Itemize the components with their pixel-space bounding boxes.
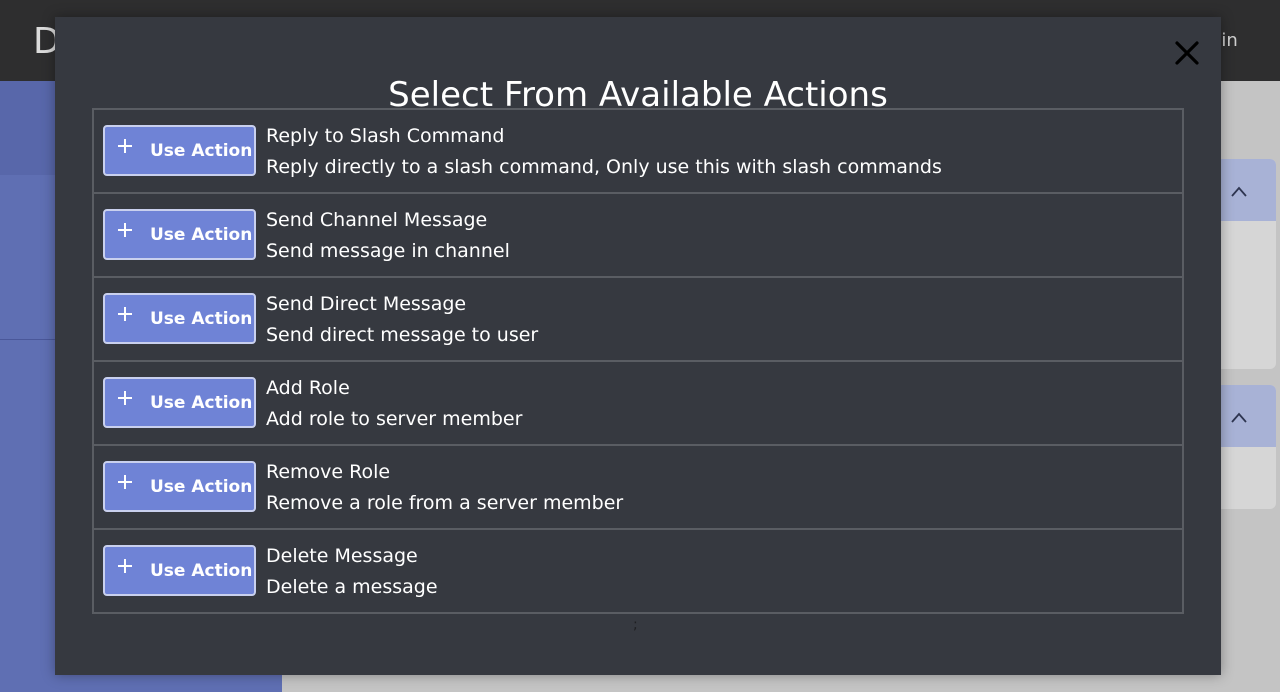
stray-text-mark: ;: [633, 617, 638, 633]
close-icon[interactable]: [1169, 35, 1205, 71]
use-action-button[interactable]: Use Action: [103, 125, 256, 176]
plus-icon: [118, 307, 132, 321]
action-name: Add Role: [266, 377, 350, 399]
use-action-button[interactable]: Use Action: [103, 209, 256, 260]
action-row: Use Action Reply to Slash Command Reply …: [94, 110, 1182, 194]
action-row: Use Action Delete Message Delete a messa…: [94, 530, 1182, 612]
use-action-label: Use Action: [150, 477, 253, 497]
page: D gin Select From Available Actions Use …: [0, 0, 1280, 692]
action-description: Send message in channel: [266, 240, 510, 262]
action-description: Add role to server member: [266, 408, 523, 430]
chevron-up-icon[interactable]: [1230, 183, 1248, 201]
action-row: Use Action Send Direct Message Send dire…: [94, 278, 1182, 362]
select-action-modal: Select From Available Actions Use Action…: [55, 17, 1221, 675]
plus-icon: [118, 559, 132, 573]
action-list: Use Action Reply to Slash Command Reply …: [92, 108, 1184, 614]
plus-icon: [118, 223, 132, 237]
action-description: Remove a role from a server member: [266, 492, 624, 514]
action-description: Reply directly to a slash command, Only …: [266, 156, 942, 178]
use-action-button[interactable]: Use Action: [103, 377, 256, 428]
use-action-button[interactable]: Use Action: [103, 293, 256, 344]
action-description: Delete a message: [266, 576, 438, 598]
use-action-label: Use Action: [150, 141, 253, 161]
close-button[interactable]: [1169, 35, 1205, 71]
action-row: Use Action Send Channel Message Send mes…: [94, 194, 1182, 278]
plus-icon: [118, 475, 132, 489]
use-action-label: Use Action: [150, 309, 253, 329]
plus-icon: [118, 139, 132, 153]
action-row: Use Action Add Role Add role to server m…: [94, 362, 1182, 446]
use-action-label: Use Action: [150, 393, 253, 413]
action-name: Send Direct Message: [266, 293, 467, 315]
action-row: Use Action Remove Role Remove a role fro…: [94, 446, 1182, 530]
plus-icon: [118, 391, 132, 405]
use-action-label: Use Action: [150, 225, 253, 245]
chevron-up-icon[interactable]: [1230, 409, 1248, 427]
use-action-label: Use Action: [150, 561, 253, 581]
action-name: Delete Message: [266, 545, 418, 567]
use-action-button[interactable]: Use Action: [103, 461, 256, 512]
action-name: Send Channel Message: [266, 209, 488, 231]
action-description: Send direct message to user: [266, 324, 539, 346]
action-name: Remove Role: [266, 461, 391, 483]
use-action-button[interactable]: Use Action: [103, 545, 256, 596]
action-name: Reply to Slash Command: [266, 125, 505, 147]
